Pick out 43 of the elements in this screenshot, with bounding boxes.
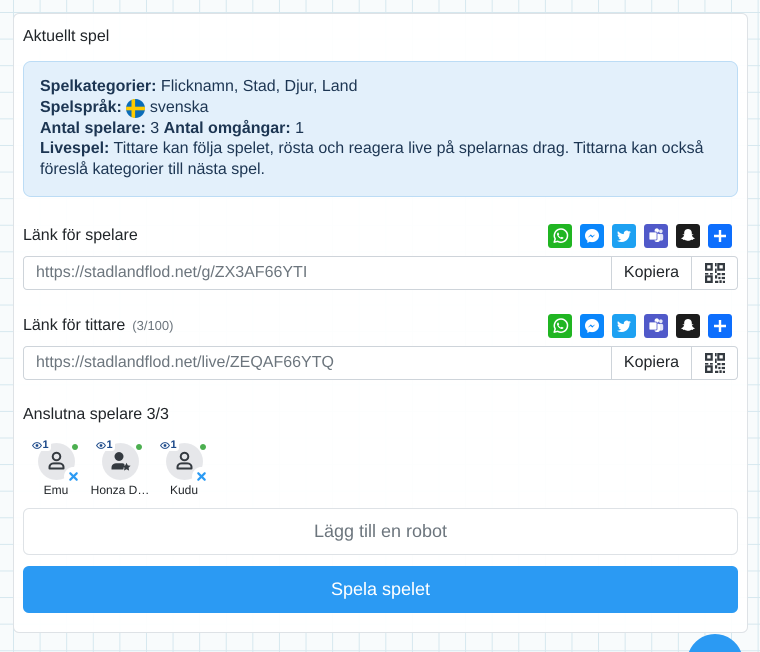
ghost-icon[interactable]	[676, 314, 700, 338]
chat-bubble-icon[interactable]	[580, 314, 604, 338]
chat-bubble-icon[interactable]	[580, 224, 604, 248]
viewer-count: 1	[170, 440, 177, 451]
copy-button[interactable]: Kopiera	[612, 346, 692, 380]
info-text: Livespel: Tittare kan följa spelet, rösta och reagera live på spelarnas drag. Tittarna kan också föreslå kategorier till nästa spel.	[40, 139, 704, 180]
qr-code-icon	[704, 352, 724, 373]
team-icon[interactable]	[644, 224, 668, 248]
floating-action-button[interactable]	[687, 634, 743, 652]
link-label: Länk för tittare	[23, 316, 126, 336]
info-text: Antal spelare: 3 Antal omgångar: 1	[40, 118, 306, 138]
phone-chat-icon[interactable]	[548, 314, 572, 338]
player-name: Honza D…	[90, 482, 150, 498]
player-name: Kudu	[170, 482, 198, 498]
viewer-count: 1	[106, 440, 113, 451]
sweden-flag-icon	[126, 98, 145, 118]
players-heading: Anslutna spelare 3/3	[23, 404, 170, 425]
plus-icon[interactable]	[708, 314, 732, 338]
eye-icon	[32, 442, 42, 449]
copy-button[interactable]: Kopiera	[612, 256, 692, 290]
link-field[interactable]: https://stadlandflod.net/live/ZEQAF66YTQ	[23, 346, 612, 380]
player-name: Emu	[44, 482, 68, 498]
plus-icon[interactable]	[708, 224, 732, 248]
panel-title: Aktuellt spel	[23, 27, 110, 47]
info-text: Spelkategorier: Flicknamn, Stad, Djur, Land	[40, 77, 358, 97]
eye-icon	[160, 442, 170, 449]
bird-icon[interactable]	[612, 314, 636, 338]
language-label: Spelspråk:	[40, 98, 122, 118]
team-icon[interactable]	[644, 314, 668, 338]
language-value: svenska	[150, 98, 209, 118]
add-robot-button[interactable]: Lägg till en robot	[23, 508, 738, 555]
qr-code-button[interactable]	[692, 346, 738, 380]
ghost-icon[interactable]	[676, 224, 700, 248]
viewer-count: 1	[42, 440, 49, 451]
bird-icon[interactable]	[612, 224, 636, 248]
viewer-count: (3/100)	[132, 317, 174, 335]
link-label: Länk för spelare	[23, 226, 138, 246]
eye-icon	[96, 442, 106, 449]
qr-code-icon	[704, 262, 724, 283]
qr-code-button[interactable]	[692, 256, 738, 290]
phone-chat-icon[interactable]	[548, 224, 572, 248]
link-field[interactable]: https://stadlandflod.net/g/ZX3AF66YTI	[23, 256, 612, 290]
start-game-button[interactable]: Spela spelet	[23, 566, 738, 613]
